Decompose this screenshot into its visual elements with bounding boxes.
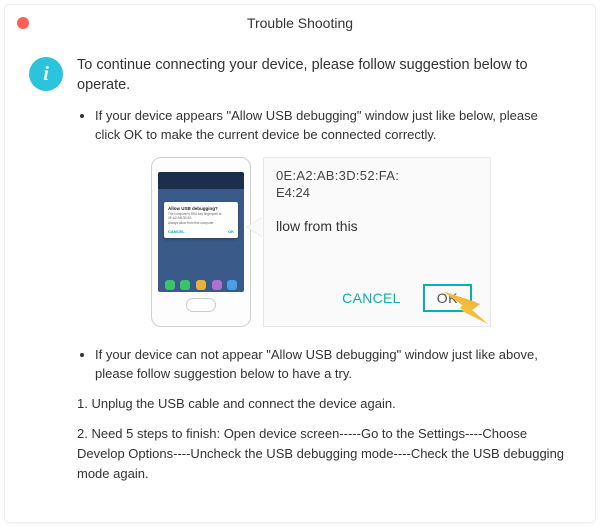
cancel-button[interactable]: CANCEL — [342, 290, 401, 306]
phone-dialog-cancel: CANCEL — [168, 229, 185, 234]
phone-dialog-ok: OK — [228, 229, 234, 234]
bullet-cannot-appear: If your device can not appear "Allow USB… — [95, 345, 565, 384]
dialog-body: i To continue connecting your device, pl… — [5, 41, 595, 514]
window-title: Trouble Shooting — [247, 15, 353, 31]
callout-allow-fragment: llow from this — [276, 218, 480, 234]
callout-fingerprint-line2: E4:24 — [276, 185, 480, 200]
phone-app-icon — [165, 280, 175, 290]
steps-block: 1. Unplug the USB cable and connect the … — [77, 394, 565, 485]
troubleshooting-dialog: Trouble Shooting i To continue connectin… — [4, 4, 596, 523]
close-icon[interactable] — [17, 17, 29, 29]
illustration: Allow USB debugging? The computer's RSA … — [151, 157, 491, 327]
lead-text: To continue connecting your device, plea… — [77, 55, 565, 96]
callout-fingerprint-line1: 0E:A2:AB:3D:52:FA: — [276, 168, 480, 183]
phone-allow-dialog: Allow USB debugging? The computer's RSA … — [164, 202, 238, 238]
window-controls — [17, 17, 29, 29]
titlebar: Trouble Shooting — [5, 5, 595, 41]
ok-button[interactable]: OK — [423, 284, 472, 312]
phone-app-icon — [227, 280, 237, 290]
info-icon: i — [29, 57, 63, 91]
phone-app-icon — [180, 280, 190, 290]
bullet-allow-debugging: If your device appears "Allow USB debugg… — [95, 106, 565, 145]
phone-mockup: Allow USB debugging? The computer's RSA … — [151, 157, 251, 327]
phone-dialog-body: The computer's RSA key fingerprint is: 0… — [168, 212, 234, 220]
phone-dialog-always: Always allow from this computer — [168, 221, 234, 225]
phone-home-button-icon — [186, 298, 216, 312]
phone-dock — [162, 280, 240, 290]
step-1: 1. Unplug the USB cable and connect the … — [77, 394, 565, 414]
phone-screen: Allow USB debugging? The computer's RSA … — [158, 172, 244, 292]
phone-app-icon — [196, 280, 206, 290]
step-2: 2. Need 5 steps to finish: Open device s… — [77, 424, 565, 484]
zoom-callout: 0E:A2:AB:3D:52:FA: E4:24 llow from this … — [263, 157, 491, 327]
phone-dialog-title: Allow USB debugging? — [168, 206, 234, 211]
callout-pointer-icon — [247, 217, 263, 237]
phone-app-icon — [212, 280, 222, 290]
